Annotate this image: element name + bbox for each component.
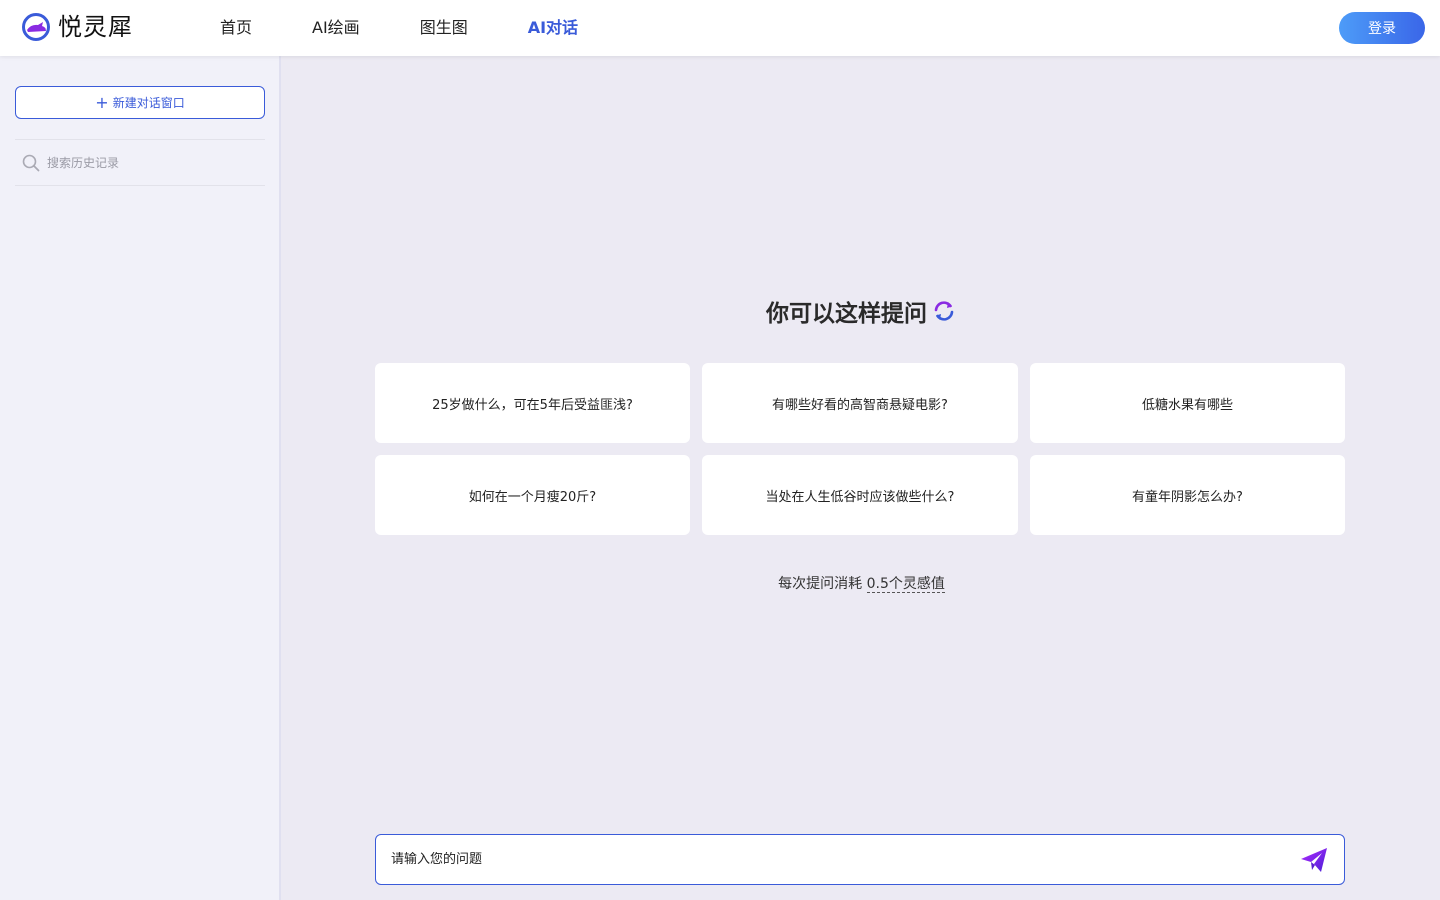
top-header: 悦灵犀 首页 AI绘画 图生图 AI对话 登录 (0, 0, 1440, 56)
cost-prefix: 每次提问消耗 (778, 576, 863, 592)
sidebar: + 新建对话窗口 (0, 56, 281, 900)
nav-home[interactable]: 首页 (220, 0, 252, 56)
history-search-input[interactable] (47, 155, 247, 170)
chat-main: 你可以这样提问 25岁做什么，可在5年后受益匪浅? 有哪些好看的高智商悬疑电影?… (283, 56, 1440, 900)
suggestion-card[interactable]: 当处在人生低谷时应该做些什么? (702, 455, 1018, 535)
suggestion-grid: 25岁做什么，可在5年后受益匪浅? 有哪些好看的高智商悬疑电影? 低糖水果有哪些… (375, 363, 1345, 535)
main-nav: 首页 AI绘画 图生图 AI对话 (220, 0, 638, 56)
rhino-logo-icon (22, 13, 50, 41)
nav-ai-drawing[interactable]: AI绘画 (312, 0, 360, 56)
history-search (15, 139, 265, 186)
suggestion-card[interactable]: 有哪些好看的高智商悬疑电影? (702, 363, 1018, 443)
logo-text: 悦灵犀 (58, 13, 133, 41)
new-chat-label: 新建对话窗口 (112, 96, 185, 110)
suggestion-card[interactable]: 低糖水果有哪些 (1030, 363, 1345, 443)
suggestion-card[interactable]: 如何在一个月瘦20斤? (375, 455, 690, 535)
suggestion-card[interactable]: 有童年阴影怎么办? (1030, 455, 1345, 535)
login-button[interactable]: 登录 (1339, 12, 1425, 44)
refresh-icon[interactable] (931, 298, 957, 324)
nav-ai-chat[interactable]: AI对话 (528, 0, 578, 56)
cost-note: 每次提问消耗 0.5个灵感值 (283, 573, 1440, 593)
prompt-heading: 你可以这样提问 (283, 294, 1440, 328)
plus-icon: + (95, 92, 109, 112)
nav-image-to-image[interactable]: 图生图 (420, 0, 468, 56)
paper-plane-icon[interactable] (1299, 845, 1329, 875)
cost-amount: 0.5个灵感值 (866, 576, 945, 593)
logo[interactable]: 悦灵犀 (22, 12, 133, 42)
chat-input-box (375, 834, 1345, 885)
prompt-title: 你可以这样提问 (766, 301, 927, 327)
new-chat-button[interactable]: + 新建对话窗口 (15, 86, 265, 119)
question-input[interactable] (391, 852, 1299, 867)
suggestion-card[interactable]: 25岁做什么，可在5年后受益匪浅? (375, 363, 690, 443)
search-icon (22, 154, 40, 171)
